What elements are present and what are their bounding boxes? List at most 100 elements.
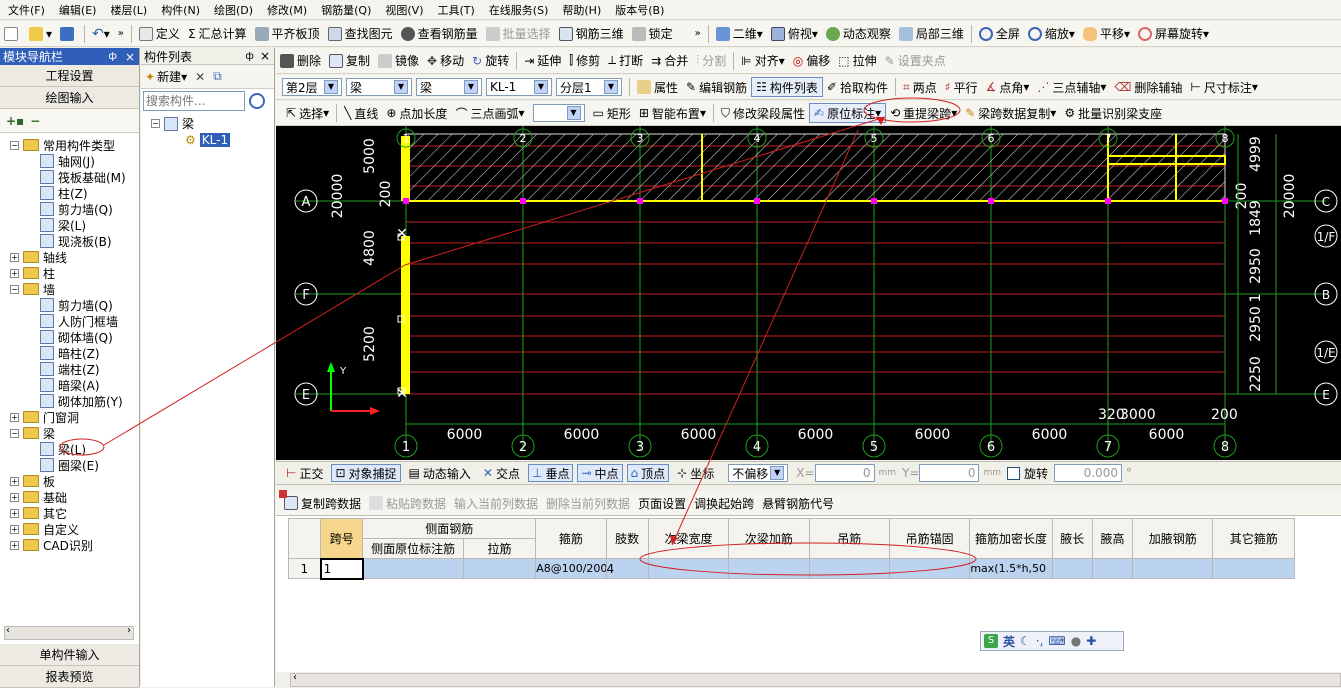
tree-item[interactable]: + 柱 (10, 265, 55, 281)
batch-select-button[interactable]: 批量选择 (482, 24, 555, 44)
tree-item[interactable]: 筏板基础(M) (40, 169, 126, 185)
component-tree-root[interactable]: − 梁 (151, 115, 194, 132)
tree-item[interactable]: 剪力墙(Q) (40, 297, 113, 313)
keyboard-icon[interactable]: ⌨ (1048, 634, 1065, 648)
dynamic-observe-button[interactable]: 动态观察 (822, 24, 895, 44)
x-input[interactable]: 0 (814, 464, 875, 482)
arc-options-select[interactable]: ▼ (532, 104, 585, 122)
tree-item[interactable]: + CAD识别 (10, 537, 93, 553)
floor-select[interactable]: 第2层 ▼ (282, 78, 342, 96)
offset-mode-select[interactable]: 不偏移 ▼ (728, 464, 789, 482)
rotate-checkbox[interactable] (1007, 466, 1021, 480)
pin-icon[interactable]: ф (108, 51, 117, 62)
layer-select[interactable]: 分层1 ▼ (556, 78, 622, 96)
stretch-button[interactable]: ⬚ 拉伸 (834, 51, 880, 71)
haunch-height-cell[interactable] (1091, 558, 1134, 579)
paste-span-data-btn[interactable]: 粘贴跨数据 (365, 493, 450, 513)
tree-item[interactable]: + 板 (10, 473, 55, 489)
align-slab-top-button[interactable]: 平齐板顶 (251, 24, 324, 44)
component-search-input[interactable] (143, 91, 245, 111)
collapse-all-icon[interactable]: − (30, 114, 40, 128)
rebar-3d-button[interactable]: 钢筋三维 (555, 24, 628, 44)
expand-icon[interactable]: + (10, 252, 19, 262)
component-list-button[interactable]: ☷ 构件列表 (751, 77, 823, 97)
menu-version[interactable]: 版本号(B) (615, 2, 664, 18)
save-button[interactable] (56, 24, 81, 44)
parallel-axis-button[interactable]: ♯ 平行 (941, 77, 982, 97)
pin-icon[interactable]: ф (245, 51, 254, 62)
screen-rotate-button[interactable]: 屏幕旋转 ▾ (1134, 24, 1213, 44)
secondary-beam-width-cell[interactable] (647, 558, 730, 579)
report-preview-button[interactable]: 报表预览 (0, 666, 139, 688)
move-button[interactable]: ✥ 移动 (423, 51, 468, 71)
expand-icon[interactable]: + (10, 268, 19, 278)
tree-item[interactable]: 暗柱(Z) (40, 345, 100, 361)
expand-icon[interactable]: + (10, 508, 19, 518)
user-icon[interactable]: ● (1071, 634, 1081, 648)
scroll-left-icon[interactable]: ‹ (293, 672, 297, 683)
search-icon[interactable] (249, 93, 265, 109)
tree-item[interactable]: 暗梁(A) (40, 377, 100, 393)
expand-icon[interactable]: + (10, 476, 19, 486)
tree-item[interactable]: − 梁 (10, 425, 55, 441)
secondary-beam-rebar-cell[interactable] (728, 558, 810, 579)
close-icon[interactable]: × (125, 50, 135, 64)
menu-draw[interactable]: 绘图(D) (214, 2, 253, 18)
table-horizontal-scrollbar[interactable]: ‹ (290, 672, 1341, 687)
tree-item[interactable]: + 轴线 (10, 249, 67, 265)
expand-icon[interactable]: + (10, 524, 19, 534)
menu-file[interactable]: 文件(F) (8, 2, 45, 18)
coordinate-snap-toggle[interactable]: ⊹ 坐标 (673, 464, 718, 482)
haunch-length-cell[interactable] (1051, 558, 1093, 579)
scroll-left-icon[interactable]: ‹ (6, 625, 10, 636)
menu-component[interactable]: 构件(N) (161, 2, 200, 18)
tree-item[interactable]: 端柱(Z) (40, 361, 100, 377)
pan-button[interactable]: 平移 ▾ (1079, 24, 1134, 44)
view-mode-select[interactable]: 二维 ▾ (712, 24, 767, 44)
open-file-button[interactable]: ▾ (25, 24, 56, 44)
collapse-icon[interactable]: − (10, 140, 19, 150)
single-component-input-button[interactable]: 单构件输入 (0, 644, 139, 666)
in-situ-annotation-button[interactable]: ✍ 原位标注 ▾ (809, 103, 887, 123)
expand-icon[interactable]: + (10, 492, 19, 502)
page-setup-btn[interactable]: 页面设置 (634, 493, 690, 513)
expand-icon[interactable]: + (10, 412, 19, 422)
component-select[interactable]: KL-1 ▼ (486, 78, 552, 96)
local-3d-button[interactable]: 局部三维 (895, 24, 968, 44)
scroll-right-icon[interactable]: › (127, 625, 131, 636)
rotate-angle-input[interactable]: 0.000 (1054, 464, 1123, 482)
copy-icon[interactable]: ⧉ (213, 69, 222, 84)
input-current-column-btn[interactable]: 输入当前列数据 (450, 493, 542, 513)
re-extract-span-button[interactable]: ⟲ 重提梁跨 ▾ (886, 103, 961, 123)
category-select[interactable]: 梁 ▼ (346, 78, 412, 96)
menu-modify[interactable]: 修改(M) (267, 2, 307, 18)
modify-beam-property-button[interactable]: ⛉ 修改梁段属性 (717, 103, 809, 123)
leg-count-cell[interactable]: 4 (605, 558, 649, 579)
top-view-button[interactable]: 俯视 ▾ (767, 24, 822, 44)
rotate-button[interactable]: ↻ 旋转 (468, 51, 513, 71)
copy-span-data-button[interactable]: ✎ 梁跨数据复制 ▾ (961, 103, 1060, 123)
moon-icon[interactable]: ☾ (1020, 634, 1031, 648)
menu-floor[interactable]: 楼层(L) (110, 2, 147, 18)
select-button[interactable]: ⇱ 选择 ▾ (282, 103, 333, 123)
menu-help[interactable]: 帮助(H) (562, 2, 601, 18)
tree-item[interactable]: 剪力墙(Q) (40, 201, 113, 217)
menu-rebar[interactable]: 钢筋量(Q) (321, 2, 371, 18)
intersection-snap-toggle[interactable]: ✕ 交点 (479, 464, 524, 482)
cantilever-rebar-code-btn[interactable]: 悬臂钢筋代号 (758, 493, 838, 513)
perpendicular-snap-toggle[interactable]: ⊥ 垂点 (527, 464, 574, 482)
extend-button[interactable]: ⇥ 延伸 (520, 51, 565, 71)
swap-start-span-btn[interactable]: 调换起始跨 (690, 493, 758, 513)
project-settings-button[interactable]: 工程设置 (0, 65, 139, 87)
object-snap-toggle[interactable]: ⊡ 对象捕捉 (331, 464, 401, 482)
hanger-anchor-cell[interactable] (888, 558, 971, 579)
more-button-2[interactable]: » (691, 24, 705, 44)
rectangle-button[interactable]: ▭ 矩形 (589, 103, 635, 123)
type-select[interactable]: 梁 ▼ (416, 78, 482, 96)
point-length-button[interactable]: ⊕ 点加长度 (382, 103, 451, 123)
punctuation-icon[interactable]: ·, (1036, 634, 1044, 648)
dynamic-input-toggle[interactable]: ▤ 动态输入 (405, 464, 475, 482)
mirror-button[interactable]: 镜像 (374, 51, 423, 71)
delete-aux-axis-button[interactable]: ⌫ 删除辅轴 (1110, 77, 1186, 97)
merge-button[interactable]: ⇉ 合并 (647, 51, 692, 71)
